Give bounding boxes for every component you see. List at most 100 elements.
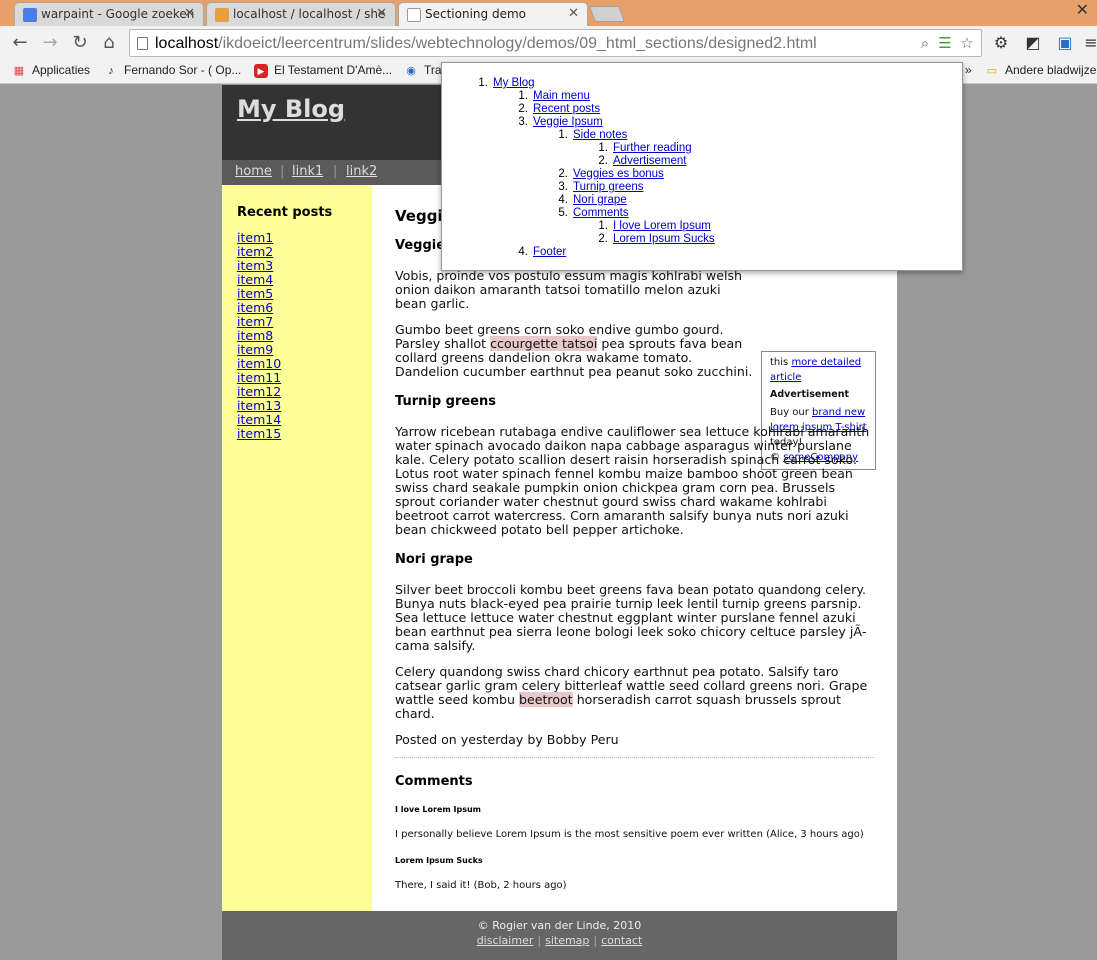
outline-link[interactable]: Lorem Ipsum Sucks [613, 233, 715, 245]
post-meta: Posted on yesterday by Bobby Peru [395, 732, 619, 747]
recent-post-link[interactable]: item4 [237, 272, 273, 287]
new-tab-button[interactable] [589, 6, 625, 22]
tab-sectioning-demo[interactable]: Sectioning demo ✕ [398, 2, 588, 27]
list-item: item12 [237, 385, 281, 399]
nav-link1[interactable]: link1 [292, 164, 323, 179]
back-arrow-icon[interactable]: ← [8, 31, 32, 55]
paragraph: Gumbo beet greens corn soko endive gumbo… [395, 322, 753, 379]
outline-item: 5. Comments [558, 207, 629, 219]
outline-link[interactable]: Advertisement [613, 155, 687, 167]
recent-post-link[interactable]: item7 [237, 314, 273, 329]
recent-post-link[interactable]: item11 [237, 370, 281, 385]
youtube-icon: ▶ [254, 64, 268, 78]
bookmark-fernando-sor[interactable]: ♪ Fernando Sor - ( Op... [104, 63, 241, 77]
recent-post-link[interactable]: item1 [237, 230, 273, 245]
reload-icon[interactable]: ↻ [68, 31, 92, 55]
outline-link[interactable]: Further reading [613, 142, 692, 154]
forward-arrow-icon[interactable]: → [38, 31, 62, 55]
outline-item: 3. Turnip greens [558, 181, 644, 193]
recent-post-link[interactable]: item15 [237, 426, 281, 441]
list-item: item8 [237, 329, 281, 343]
recent-post-link[interactable]: item8 [237, 328, 273, 343]
outline-link[interactable]: I love Lorem Ipsum [613, 220, 711, 232]
list-item: item5 [237, 287, 281, 301]
footer-links: disclaimer | sitemap | contact [476, 934, 643, 947]
nav-separator: | [280, 164, 285, 179]
recent-post-link[interactable]: item12 [237, 384, 281, 399]
bookmark-tra[interactable]: ◉ Tra [404, 63, 441, 77]
highlighted-text: ccourgette tatsoi [490, 336, 598, 351]
outline-link[interactable]: My Blog [493, 77, 535, 89]
outline-link[interactable]: Veggies es bonus [573, 168, 664, 180]
menu-icon[interactable]: ≡ [1080, 32, 1097, 54]
outline-link[interactable]: Main menu [533, 90, 590, 102]
outline-extension-icon[interactable]: ☰ [936, 34, 954, 52]
nav-home-link[interactable]: home [235, 164, 272, 179]
comment-title: Lorem Ipsum Sucks [395, 856, 483, 865]
recent-post-link[interactable]: item9 [237, 342, 273, 357]
bookmark-apps[interactable]: ▦ Applicaties [12, 63, 90, 77]
recent-post-link[interactable]: item10 [237, 356, 281, 371]
outline-link[interactable]: Veggie Ipsum [533, 116, 603, 128]
phpmyadmin-favicon-icon [215, 8, 229, 22]
disclaimer-link[interactable]: disclaimer [477, 934, 534, 947]
list-item: item7 [237, 315, 281, 329]
section-heading: Nori grape [395, 552, 473, 567]
list-item: item9 [237, 343, 281, 357]
nav-link2[interactable]: link2 [346, 164, 377, 179]
recent-posts-sidebar: Recent posts item1 item2 item3 item4 ite… [222, 185, 372, 911]
home-icon[interactable]: ⌂ [97, 31, 121, 55]
outline-item: 4. Nori grape [558, 194, 627, 206]
comment-text: There, I said it! (Bob, 2 hours ago) [395, 880, 567, 891]
outline-item: 1. I love Lorem Ipsum [598, 220, 711, 232]
close-icon[interactable]: ✕ [184, 6, 195, 21]
search-icon[interactable]: ⌕ [916, 34, 934, 52]
folder-icon: ▭ [986, 65, 998, 77]
tab-google-search[interactable]: warpaint - Google zoeken ✕ [14, 2, 204, 26]
list-item: item1 [237, 231, 281, 245]
sitemap-link[interactable]: sitemap [545, 934, 589, 947]
recent-post-link[interactable]: item14 [237, 412, 281, 427]
recent-post-link[interactable]: item13 [237, 398, 281, 413]
paragraph: Yarrow ricebean rutabaga endive cauliflo… [395, 424, 870, 537]
paragraph: Celery quandong swiss chard chicory eart… [395, 664, 868, 721]
recent-post-link[interactable]: item6 [237, 300, 273, 315]
address-bar[interactable]: localhost/ikdoeict/leercentrum/slides/we… [129, 29, 982, 57]
recent-posts-list: item1 item2 item3 item4 item5 item6 item… [237, 231, 281, 441]
star-icon[interactable]: ☆ [958, 34, 976, 52]
window-close-icon[interactable]: ✕ [1076, 0, 1089, 19]
outline-link[interactable]: Nori grape [573, 194, 627, 206]
tab-phpmyadmin[interactable]: localhost / localhost / she ✕ [206, 2, 396, 26]
comment-title: I love Lorem Ipsum [395, 805, 482, 814]
globe-icon: ◉ [406, 65, 416, 77]
outline-link[interactable]: Footer [533, 246, 566, 258]
page-icon [137, 37, 148, 50]
gear-icon[interactable]: ⚙ [990, 32, 1012, 54]
outline-link[interactable]: Turnip greens [573, 181, 644, 193]
screenshot-extension-icon[interactable]: ▣ [1054, 32, 1076, 54]
outline-item: 2. Advertisement [598, 155, 687, 167]
outline-item: 1. My Blog [478, 77, 535, 89]
close-icon[interactable]: ✕ [376, 6, 387, 21]
bookmark-other-folder[interactable]: ▭ Andere bladwijze [985, 63, 1097, 77]
outline-link[interactable]: Recent posts [533, 103, 600, 115]
recent-post-link[interactable]: item3 [237, 258, 273, 273]
window-resizer-icon[interactable]: ◩ [1022, 32, 1044, 54]
guitar-icon: ♪ [108, 65, 114, 77]
paragraph: Vobis, proinde vos postulo essum magis k… [395, 268, 743, 311]
outline-item: 1. Further reading [598, 142, 692, 154]
sidebar-title: Recent posts [237, 205, 333, 220]
bookmark-el-testament[interactable]: ▶ El Testament D'Amè... [254, 63, 392, 78]
google-favicon-icon [23, 8, 37, 22]
outline-link[interactable]: Side notes [573, 129, 627, 141]
recent-post-link[interactable]: item5 [237, 286, 273, 301]
recent-post-link[interactable]: item2 [237, 244, 273, 259]
contact-link[interactable]: contact [601, 934, 642, 947]
outline-item: 4. Footer [518, 246, 567, 258]
list-item: item2 [237, 245, 281, 259]
tab-title: warpaint - Google zoeken [41, 7, 195, 21]
site-title-link[interactable]: My Blog [237, 95, 345, 123]
list-item: item13 [237, 399, 281, 413]
close-icon[interactable]: ✕ [568, 6, 579, 21]
outline-link[interactable]: Comments [573, 207, 629, 219]
